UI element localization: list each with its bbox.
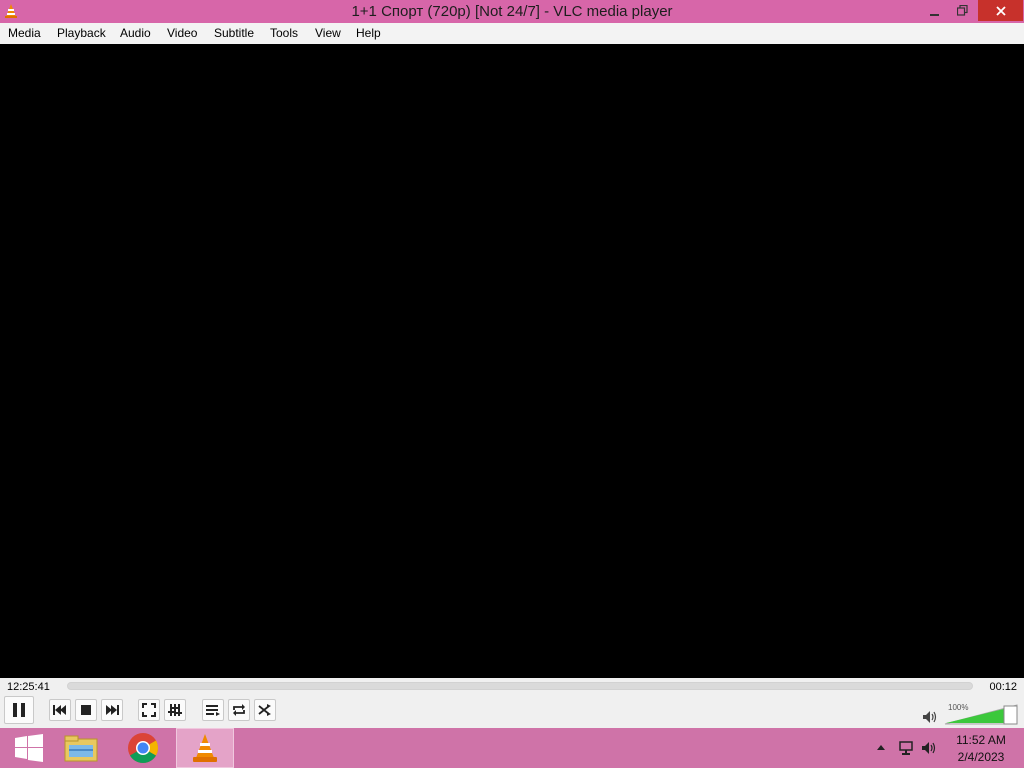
close-icon: [995, 5, 1006, 16]
total-time[interactable]: 00:12: [989, 681, 1017, 693]
elapsed-time[interactable]: 12:25:41: [7, 681, 50, 693]
menu-audio[interactable]: Audio: [120, 26, 151, 41]
random-button[interactable]: [254, 699, 276, 721]
menu-bar: Media Playback Audio Video Subtitle Tool…: [0, 23, 1024, 45]
video-display[interactable]: [0, 44, 1024, 678]
seek-slider[interactable]: [67, 682, 973, 690]
menu-media[interactable]: Media: [8, 26, 41, 41]
start-button[interactable]: [0, 728, 58, 768]
show-hidden-icons-icon[interactable]: [876, 743, 886, 751]
chrome-taskbar-button[interactable]: [114, 728, 172, 768]
previous-button[interactable]: [49, 699, 71, 721]
speaker-icon[interactable]: [922, 710, 938, 724]
equalizer-icon: [168, 704, 182, 716]
minimize-button[interactable]: [921, 0, 949, 21]
taskbar: [0, 728, 1024, 768]
title-bar[interactable]: 1+1 Спорт (720p) [Not 24/7] - VLC media …: [0, 0, 1024, 23]
folder-icon: [64, 735, 98, 762]
menu-help[interactable]: Help: [356, 26, 381, 41]
vlc-taskbar-button[interactable]: [176, 728, 234, 768]
menu-tools[interactable]: Tools: [270, 26, 298, 41]
chrome-icon: [128, 733, 159, 764]
network-icon[interactable]: [898, 740, 914, 756]
clock-time[interactable]: 11:52 AM: [940, 733, 1022, 747]
clock-date[interactable]: 2/4/2023: [940, 750, 1022, 764]
menu-video[interactable]: Video: [167, 26, 197, 41]
volume-knob[interactable]: [1003, 705, 1018, 725]
restore-button[interactable]: [949, 0, 976, 21]
file-explorer-taskbar-button[interactable]: [52, 728, 110, 768]
volume-slider[interactable]: [944, 703, 1020, 725]
skip-previous-icon: [53, 705, 66, 715]
loop-icon: [233, 704, 245, 716]
player-controls: 12:25:41 00:12 100%: [0, 678, 1024, 728]
fullscreen-button[interactable]: [138, 699, 160, 721]
loop-button[interactable]: [228, 699, 250, 721]
menu-playback[interactable]: Playback: [57, 26, 106, 41]
stop-icon: [81, 705, 91, 715]
stop-button[interactable]: [75, 699, 97, 721]
volume-tray-icon[interactable]: [921, 740, 937, 756]
playlist-button[interactable]: [202, 699, 224, 721]
extended-settings-button[interactable]: [164, 699, 186, 721]
menu-view[interactable]: View: [315, 26, 341, 41]
next-button[interactable]: [101, 699, 123, 721]
playlist-icon: [206, 705, 220, 716]
pause-button[interactable]: [4, 696, 34, 724]
shuffle-icon: [258, 704, 271, 716]
close-button[interactable]: [978, 0, 1023, 21]
vlc-cone-icon: [193, 734, 217, 762]
skip-next-icon: [106, 705, 119, 715]
windows-logo-icon: [15, 734, 43, 762]
restore-icon: [957, 5, 968, 16]
menu-subtitle[interactable]: Subtitle: [214, 26, 254, 41]
fullscreen-icon: [142, 703, 156, 717]
pause-icon: [13, 703, 25, 717]
window-title: 1+1 Спорт (720p) [Not 24/7] - VLC media …: [351, 3, 673, 20]
minimize-icon: [930, 13, 939, 16]
